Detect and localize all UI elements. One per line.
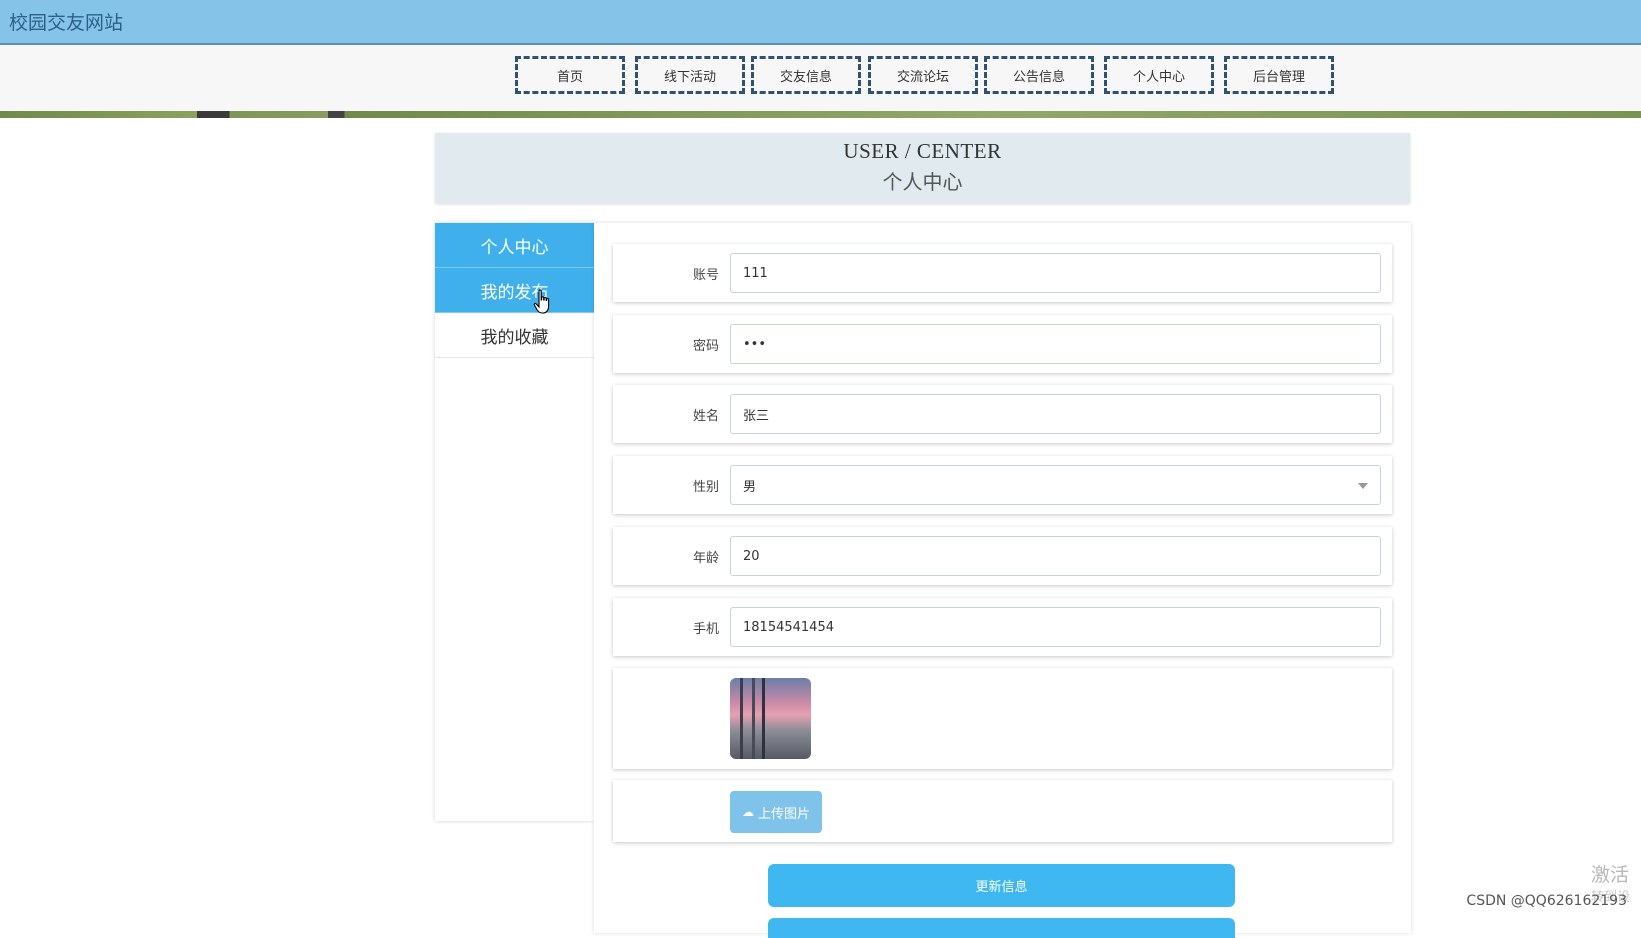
- upload-image-label: 上传图片: [757, 806, 810, 822]
- gender-selected-value: 男: [743, 479, 757, 495]
- gender-label: 性别: [692, 480, 719, 495]
- form-row-password: 密码 •••: [613, 315, 1392, 373]
- site-title[interactable]: 校园交友网站: [9, 8, 123, 35]
- cloud-upload-icon: ☁: [741, 805, 754, 819]
- sidebar-item-my-posts[interactable]: 我的发布: [435, 268, 594, 313]
- nav-user-center[interactable]: 个人中心: [1104, 56, 1214, 94]
- account-label: 账号: [692, 268, 719, 283]
- phone-input[interactable]: 18154541454: [730, 607, 1381, 647]
- hand-cursor-icon: [533, 289, 550, 314]
- nav-offline-activities[interactable]: 线下活动: [635, 56, 745, 94]
- gender-select[interactable]: 男: [730, 465, 1381, 505]
- form-row-name: 姓名 张三: [613, 385, 1392, 443]
- page-title-en: USER / CENTER: [843, 139, 1002, 163]
- profile-form-panel: 账号 111 密码 ••• 姓名 张三 性别 男 年龄 20 手机 181545…: [594, 223, 1411, 938]
- nav-announcements[interactable]: 公告信息: [984, 56, 1094, 94]
- page-header: USER / CENTER 个人中心: [435, 133, 1410, 203]
- chevron-down-icon[interactable]: [1358, 483, 1368, 489]
- sidebar-item-my-favorites[interactable]: 我的收藏: [435, 313, 594, 358]
- name-input[interactable]: 张三: [730, 394, 1381, 434]
- nav-dating-info[interactable]: 交友信息: [751, 56, 861, 94]
- main-nav: 首页 线下活动 交友信息 交流论坛 公告信息 个人中心 后台管理: [0, 45, 1641, 111]
- form-row-gender: 性别 男: [613, 456, 1392, 514]
- form-row-upload: ☁ 上传图片: [613, 780, 1392, 842]
- nav-home[interactable]: 首页: [515, 56, 625, 94]
- secondary-button[interactable]: [768, 918, 1235, 938]
- phone-label: 手机: [692, 622, 719, 637]
- sidebar: 个人中心 我的发布 我的收藏: [435, 223, 594, 821]
- account-input[interactable]: 111: [730, 253, 1381, 293]
- name-label: 姓名: [692, 409, 719, 424]
- sidebar-item-user-center[interactable]: 个人中心: [435, 223, 594, 268]
- form-row-age: 年龄 20: [613, 527, 1392, 585]
- form-row-avatar: [613, 668, 1392, 769]
- age-input[interactable]: 20: [730, 536, 1381, 576]
- page-title-cn: 个人中心: [882, 170, 963, 194]
- banner-strip: [0, 111, 1641, 118]
- avatar: [730, 678, 811, 759]
- form-row-phone: 手机 18154541454: [613, 598, 1392, 656]
- password-label: 密码: [692, 339, 719, 354]
- activate-windows-text: 激活: [1591, 864, 1630, 886]
- nav-forum[interactable]: 交流论坛: [868, 56, 978, 94]
- csdn-watermark: CSDN @QQ626162193: [1466, 893, 1627, 909]
- age-label: 年龄: [692, 551, 719, 566]
- form-row-account: 账号 111: [613, 244, 1392, 302]
- nav-admin[interactable]: 后台管理: [1224, 56, 1334, 94]
- password-input[interactable]: •••: [730, 324, 1381, 364]
- update-info-button[interactable]: 更新信息: [768, 864, 1235, 907]
- top-bar: 校园交友网站: [0, 0, 1641, 45]
- upload-image-button[interactable]: ☁ 上传图片: [730, 791, 822, 833]
